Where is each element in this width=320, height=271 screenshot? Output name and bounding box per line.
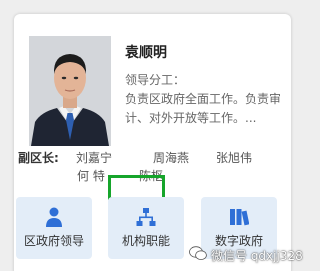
leader-photo: [29, 36, 111, 146]
deputy-name[interactable]: 周海燕: [153, 149, 189, 168]
leader-info: 袁顺明 领导分工： 负责区政府全面工作。负责审计、对外开放等工作。...: [125, 44, 287, 128]
watermark: 微信号 qdxjj328: [189, 246, 303, 264]
deputy-name[interactable]: 何 特: [77, 167, 105, 186]
deputy-name[interactable]: 张旭伟: [216, 149, 252, 168]
duty-text: 负责区政府全面工作。负责审计、对外开放等工作。...: [125, 92, 282, 125]
wechat-icon: [189, 246, 207, 264]
book-icon: [229, 207, 250, 231]
person-icon: [45, 207, 63, 231]
duty-label: 领导分工：: [125, 73, 186, 87]
deputy-title: 副区长:: [18, 151, 59, 165]
tile-label: 机构职能: [121, 234, 170, 248]
tile-org-functions[interactable]: 机构职能: [108, 197, 184, 259]
watermark-text: 微信号 qdxjj328: [211, 248, 303, 263]
leader-name[interactable]: 袁顺明: [125, 44, 287, 62]
tile-label: 区政府领导: [23, 234, 84, 248]
deputy-name[interactable]: 刘嘉宁: [76, 149, 112, 168]
tile-district-leaders[interactable]: 区政府领导: [16, 197, 92, 259]
org-chart-icon: [136, 207, 156, 231]
